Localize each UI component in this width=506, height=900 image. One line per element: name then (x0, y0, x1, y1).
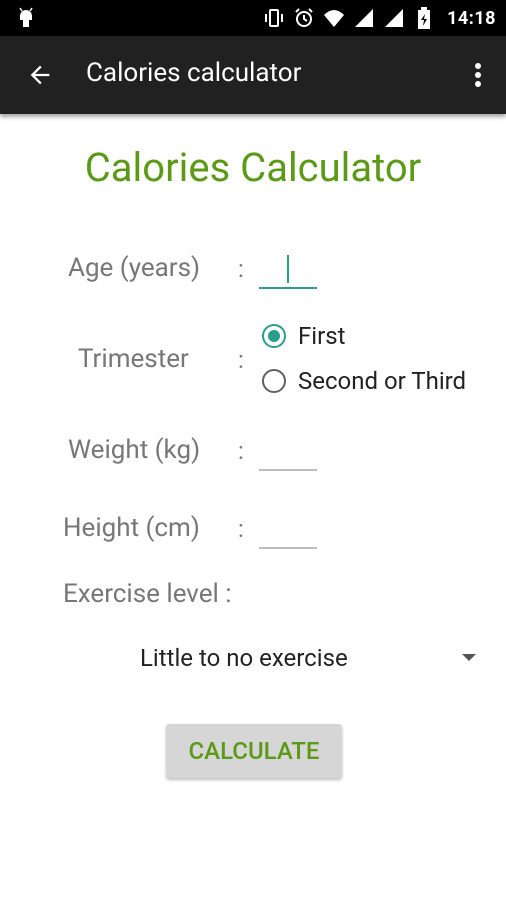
android-icon (14, 6, 38, 30)
exercise-selected-value: Little to no exercise (140, 644, 348, 672)
age-colon: : (238, 255, 244, 283)
calculate-button[interactable]: CALCULATE (166, 724, 342, 778)
app-bar: Calories calculator (0, 36, 506, 114)
status-bar: 14:18 (0, 0, 506, 36)
exercise-label: Exercise level : (63, 579, 232, 609)
trimester-label: Trimester (78, 344, 189, 374)
more-vert-icon[interactable] (470, 59, 486, 91)
trimester-colon: : (238, 346, 244, 374)
weight-label: Weight (kg) (68, 435, 201, 465)
radio-second-label: Second or Third (298, 367, 467, 395)
radio-second-or-third[interactable]: Second or Third (262, 367, 466, 395)
signal-icon (383, 7, 405, 29)
arrow-left-icon[interactable] (24, 59, 56, 91)
page-heading: Calories Calculator (84, 144, 422, 191)
app-title: Calories calculator (86, 58, 302, 88)
weight-input[interactable] (259, 433, 317, 471)
radio-unchecked-icon[interactable] (262, 369, 286, 393)
text-caret (287, 255, 289, 283)
height-colon: : (238, 515, 244, 543)
age-label: Age (years) (68, 253, 201, 283)
radio-checked-icon[interactable] (262, 324, 286, 348)
radio-first[interactable]: First (262, 322, 345, 350)
status-time: 14:18 (447, 7, 496, 29)
exercise-level-dropdown[interactable]: Little to no exercise (140, 642, 480, 676)
alarm-icon (293, 7, 315, 29)
wifi-icon (323, 7, 345, 29)
height-input[interactable] (259, 511, 317, 549)
radio-first-label: First (298, 322, 346, 350)
dropdown-arrow-icon (462, 654, 476, 661)
battery-icon (413, 7, 435, 29)
weight-colon: : (238, 437, 244, 465)
age-input[interactable] (259, 251, 317, 289)
height-label: Height (cm) (63, 513, 200, 543)
vibrate-icon (263, 7, 285, 29)
signal-icon (353, 7, 375, 29)
